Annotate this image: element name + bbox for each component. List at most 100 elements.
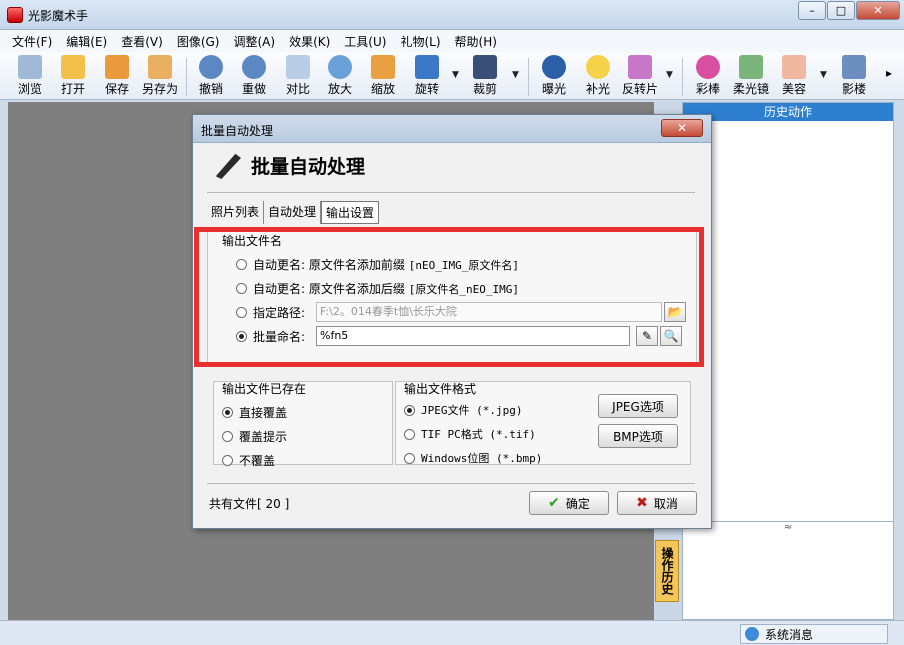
face-icon [782,55,806,79]
overwrite-option[interactable]: 直接覆盖 [222,404,287,421]
tab-output-settings[interactable]: 输出设置 [321,201,380,224]
dialog-tabs: 照片列表 自动处理 输出设置 [207,201,380,224]
exposure-button[interactable]: 曝光 [536,52,572,100]
existing-file-group: 输出文件已存在 直接覆盖 覆盖提示 不覆盖 [213,381,393,468]
menu-file[interactable]: 文件(F) [12,33,52,50]
menu-help[interactable]: 帮助(H) [455,33,497,50]
toolbar-separator [682,58,683,96]
highlight-frame [194,227,704,367]
history-panel: 历史动作 ≈ [682,102,894,620]
jpeg-option[interactable]: JPEG文件 (*.jpg) [404,402,522,418]
undo-button[interactable]: 撤销 [193,52,229,100]
save-button[interactable]: 保存 [99,52,135,100]
soft-focus-button[interactable]: 柔光镜 [730,52,772,100]
menu-image[interactable]: 图像(G) [177,33,220,50]
beauty-button[interactable]: 美容 [776,52,812,100]
menu-gifts[interactable]: 礼物(L) [400,33,440,50]
reversal-dropdown-icon[interactable]: ▼ [666,70,673,80]
zoom-fit-icon [371,55,395,79]
bulb-icon [586,55,610,79]
ok-button[interactable]: ✔ 确定 [529,491,609,515]
prompt-option[interactable]: 覆盖提示 [222,428,287,445]
browse-button[interactable]: 浏览 [12,52,48,100]
fill-light-button[interactable]: 补光 [580,52,616,100]
dialog-title: 批量自动处理 [201,124,274,138]
tab-auto-process[interactable]: 自动处理 [264,201,322,224]
color-stick-button[interactable]: 彩棒 [690,52,726,100]
operation-history-tab[interactable]: 操作历史 [655,540,679,602]
color-wand-icon [696,55,720,79]
message-icon [745,627,759,641]
zoom-in-button[interactable]: 放大 [322,52,358,100]
crop-icon [473,55,497,79]
title-bar: 光影魔术手 – □ ✕ [0,0,904,30]
undo-icon [199,55,223,79]
open-button[interactable]: 打开 [55,52,91,100]
reversal-button[interactable]: 反转片 [619,52,661,100]
zoom-fit-button[interactable]: 缩放 [365,52,401,100]
cancel-button[interactable]: ✖ 取消 [617,491,697,515]
beauty-dropdown-icon[interactable]: ▼ [820,70,827,80]
landscape-icon [739,55,763,79]
toolbar-separator [186,58,187,96]
jpeg-options-button[interactable]: JPEG选项 [598,394,678,418]
jpeg-radio[interactable] [404,404,415,416]
minimize-button[interactable]: – [798,1,826,20]
bmp-options-button[interactable]: BMP选项 [598,424,678,448]
film-icon [628,55,652,79]
save-icon [105,55,129,79]
tif-option[interactable]: TIF PC格式 (*.tif) [404,426,536,442]
tif-radio[interactable] [404,428,415,440]
system-message-button[interactable]: 系统消息 [740,624,888,644]
bmp-radio[interactable] [404,452,415,464]
file-count: 共有文件[ 20 ] [209,497,290,511]
overwrite-radio[interactable] [222,407,233,418]
close-button[interactable]: ✕ [856,1,900,20]
toolbar: 浏览 打开 保存 另存为 撤销 重做 对比 放大 缩放 旋转 ▼ 裁剪 ▼ 曝光… [0,52,904,100]
sun-icon [542,55,566,79]
dialog-title-bar: 批量自动处理 ✕ [193,115,711,143]
eye-icon [18,55,42,79]
rotate-dropdown-icon[interactable]: ▼ [452,70,459,80]
crop-button[interactable]: 裁剪 [467,52,503,100]
bmp-option[interactable]: Windows位图 (*.bmp) [404,450,542,466]
save-as-button[interactable]: 另存为 [139,52,181,100]
magic-wand-icon [215,153,241,179]
toolbar-more-button[interactable]: ▸ [880,52,898,100]
skip-option[interactable]: 不覆盖 [222,452,275,469]
rotate-icon [415,55,439,79]
tab-photo-list[interactable]: 照片列表 [207,201,265,224]
compare-icon [286,55,310,79]
portrait-icon [842,55,866,79]
redo-button[interactable]: 重做 [236,52,272,100]
history-panel-lower: ≈ [683,521,893,619]
save-as-icon [148,55,172,79]
dialog-heading-text: 批量自动处理 [251,155,366,178]
menu-effects[interactable]: 效果(K) [289,33,330,50]
status-bar: 系统消息 [0,620,904,645]
menu-view[interactable]: 查看(V) [121,33,163,50]
rotate-button[interactable]: 旋转 [409,52,445,100]
divider [207,192,695,193]
menu-edit[interactable]: 编辑(E) [66,33,107,50]
system-message-label: 系统消息 [765,627,814,642]
magnifier-icon [328,55,352,79]
history-panel-title: 历史动作 [683,103,893,121]
skip-radio[interactable] [222,455,233,466]
maximize-button[interactable]: □ [827,1,855,20]
dialog-close-button[interactable]: ✕ [661,119,703,137]
menu-bar: 文件(F) 编辑(E) 查看(V) 图像(G) 调整(A) 效果(K) 工具(U… [0,30,904,52]
collapse-icon[interactable]: ≈ [683,522,893,533]
app-icon [7,7,23,23]
menu-tools[interactable]: 工具(U) [344,33,386,50]
crop-dropdown-icon[interactable]: ▼ [512,70,519,80]
existing-file-title: 输出文件已存在 [222,382,307,396]
divider [207,483,695,484]
cancel-icon: ✖ [636,495,648,511]
check-icon: ✔ [548,495,560,511]
menu-adjust[interactable]: 调整(A) [233,33,275,50]
studio-button[interactable]: 影楼 [836,52,872,100]
dialog-heading: 批量自动处理 [213,151,365,179]
prompt-radio[interactable] [222,431,233,442]
compare-button[interactable]: 对比 [280,52,316,100]
